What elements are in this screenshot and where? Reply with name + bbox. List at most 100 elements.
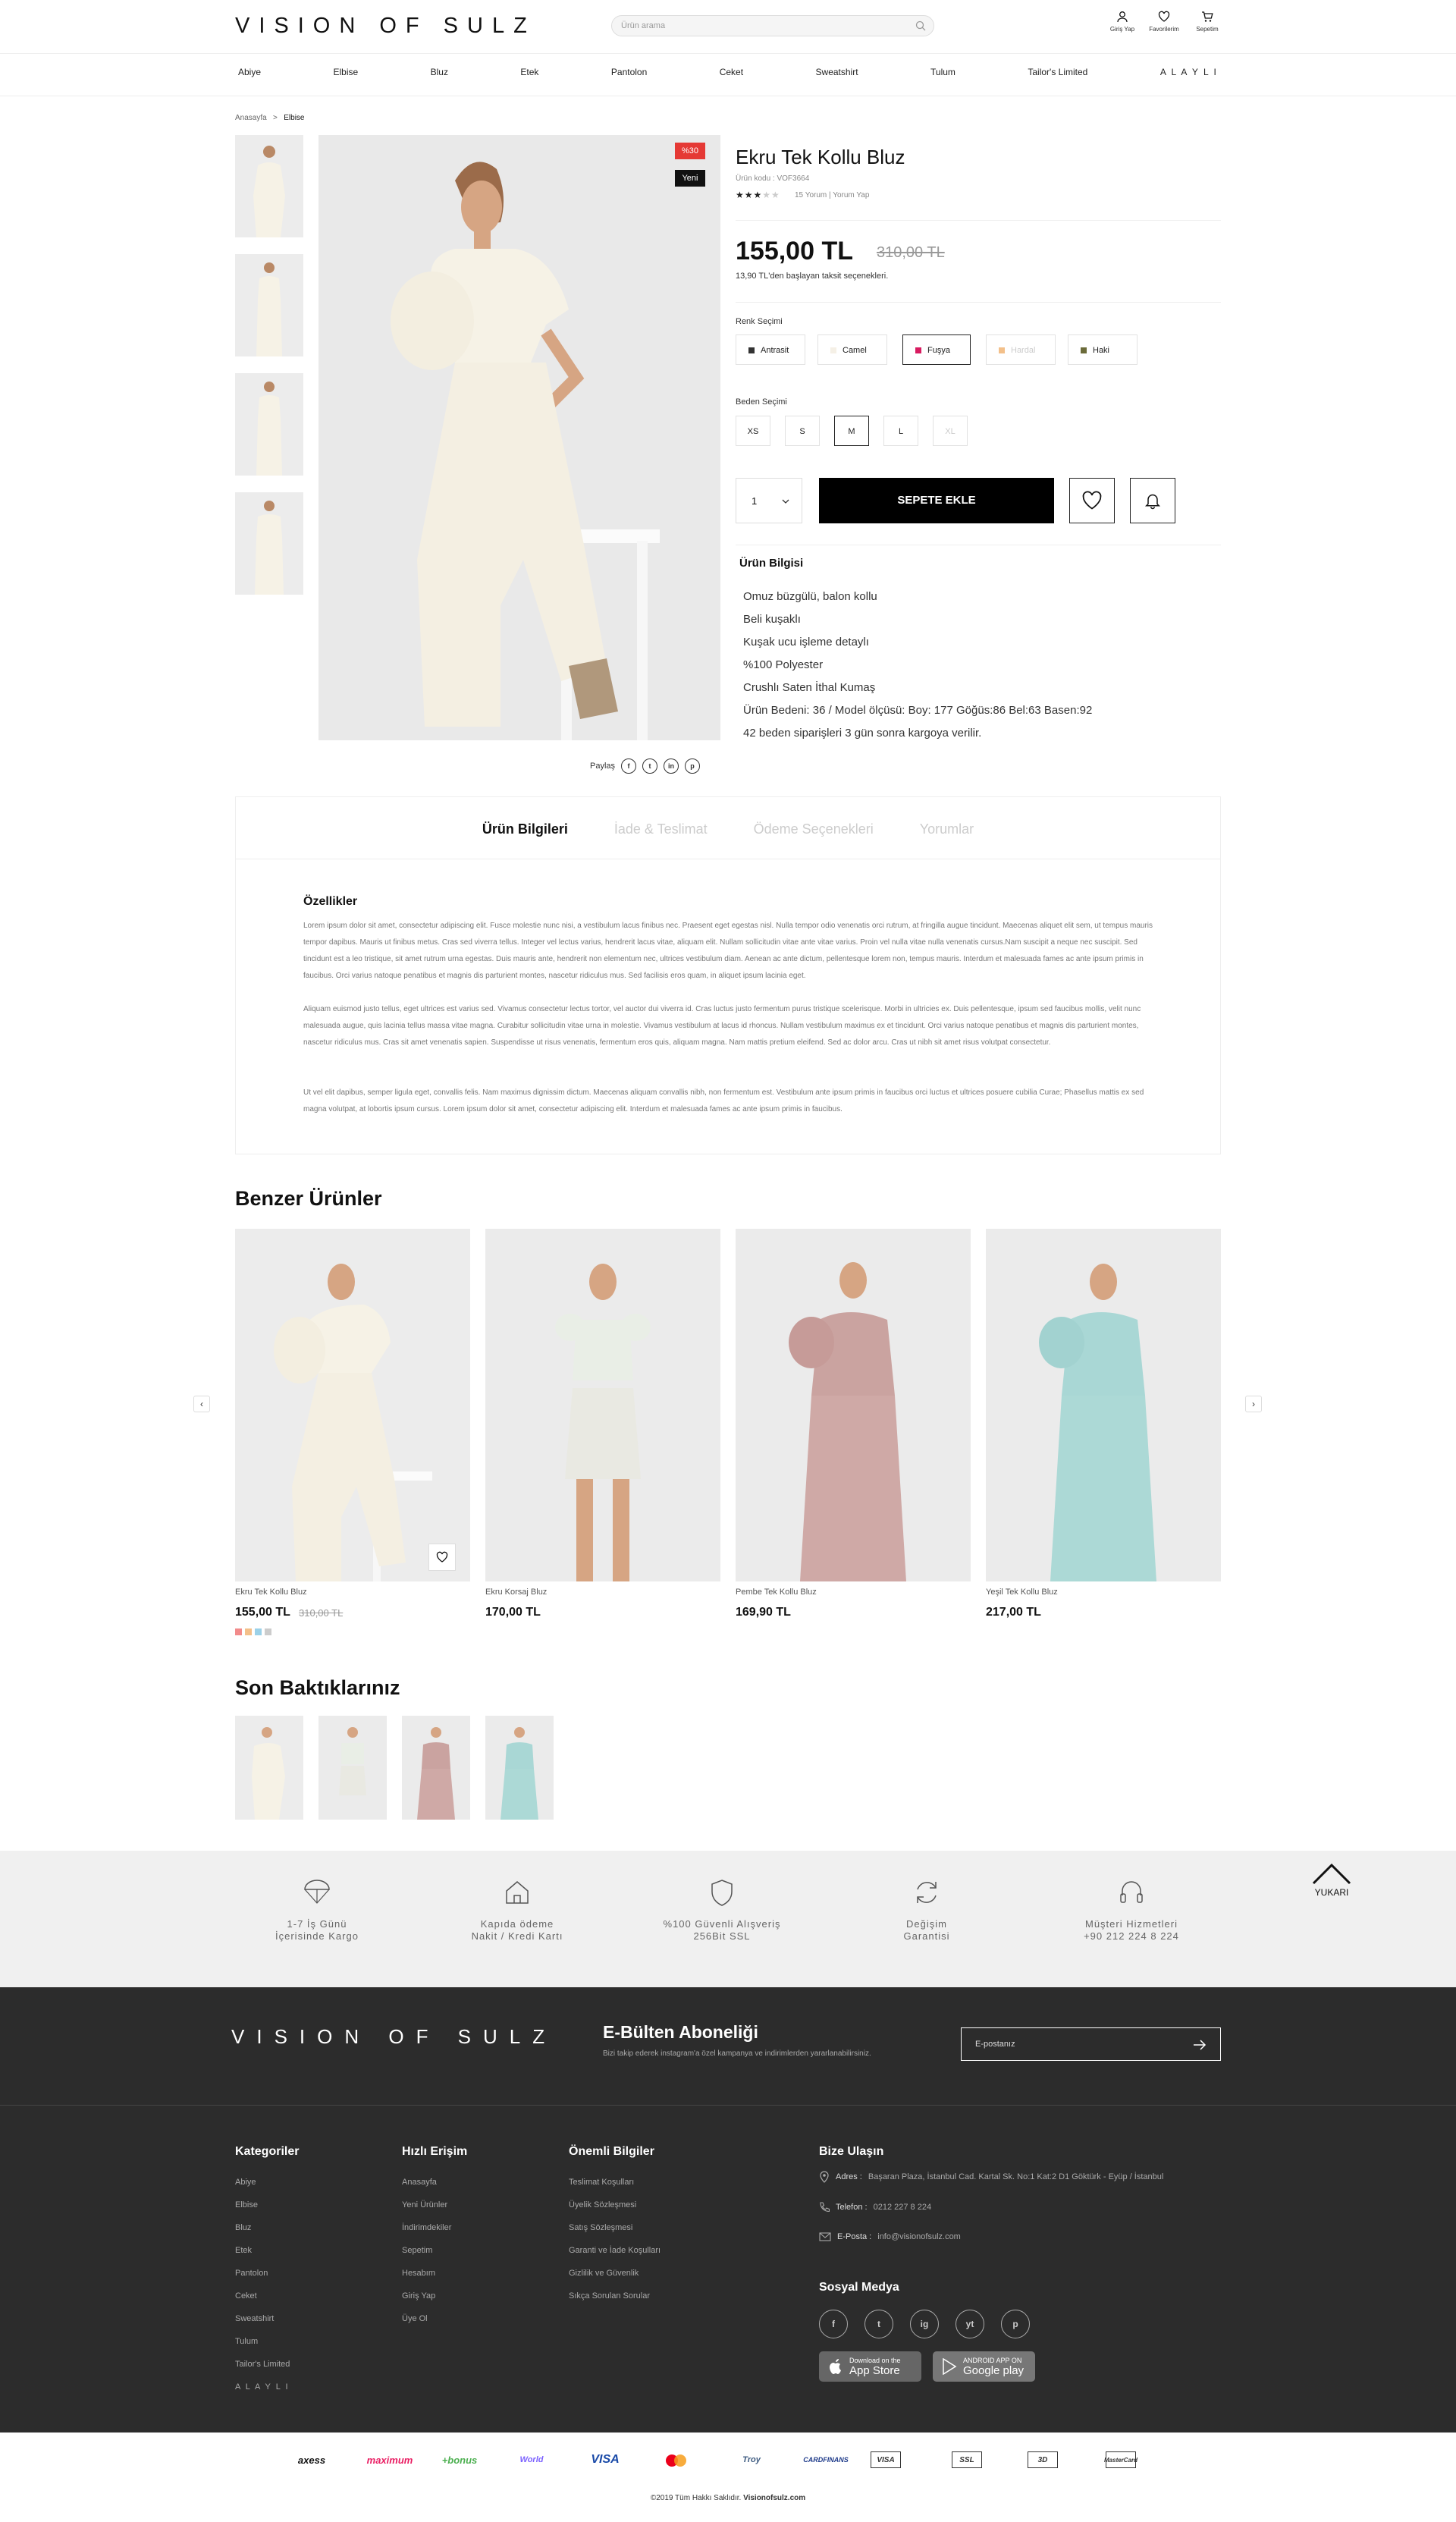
nav-item[interactable]: Sweatshirt <box>816 67 858 77</box>
google-play-button[interactable]: ANDROID APP ON Google play <box>933 2351 1035 2382</box>
quantity-select[interactable]: 1 <box>736 478 802 523</box>
copyright-site[interactable]: Visionofsulz.com <box>743 2494 805 2502</box>
recent-item[interactable] <box>485 1716 554 1820</box>
footer-link[interactable]: Elbise <box>235 2194 299 2216</box>
footer-link[interactable]: Abiye <box>235 2171 299 2194</box>
color-option-antrasit[interactable]: Antrasit <box>736 334 805 365</box>
login-link[interactable]: Giriş Yap <box>1100 11 1145 33</box>
size-option-xs[interactable]: XS <box>736 416 770 446</box>
product-card-name[interactable]: Yeşil Tek Kollu Bluz <box>986 1588 1058 1597</box>
footer-link[interactable]: Pantolon <box>235 2262 299 2285</box>
stock-alert-button[interactable] <box>1130 478 1175 523</box>
size-option-l[interactable]: L <box>883 416 918 446</box>
footer-link[interactable]: Sweatshirt <box>235 2307 299 2330</box>
carousel-prev-button[interactable]: ‹ <box>193 1396 210 1412</box>
search-input[interactable]: Ürün arama <box>611 15 934 36</box>
app-store-button[interactable]: Download on the App Store <box>819 2351 921 2382</box>
nav-item[interactable]: Etek <box>520 67 538 77</box>
linkedin-icon[interactable]: in <box>664 758 679 774</box>
gallery-thumb[interactable] <box>235 492 303 595</box>
pinterest-icon[interactable]: p <box>685 758 701 774</box>
newsletter-email-input[interactable]: E-postanız <box>961 2027 1221 2061</box>
tab-product-info[interactable]: Ürün Bilgileri <box>482 821 568 837</box>
tab-return-delivery[interactable]: İade & Teslimat <box>614 821 708 837</box>
footer-link[interactable]: Bluz <box>235 2216 299 2239</box>
phone-value[interactable]: 0212 227 8 224 <box>874 2203 931 2212</box>
add-to-cart-button[interactable]: SEPETE EKLE <box>819 478 1054 523</box>
nav-item[interactable]: Tulum <box>930 67 956 77</box>
instagram-icon[interactable]: ig <box>910 2310 939 2338</box>
footer-link[interactable]: İndirimdekiler <box>402 2216 467 2239</box>
site-logo[interactable]: VISION OF SULZ <box>235 14 536 39</box>
twitter-icon[interactable]: t <box>642 758 658 774</box>
recent-item[interactable] <box>402 1716 470 1820</box>
nav-item[interactable]: A L A Y L I <box>1160 67 1218 77</box>
product-card[interactable] <box>485 1229 720 1581</box>
favorites-link[interactable]: Favorilerim <box>1141 11 1187 33</box>
search-icon[interactable] <box>915 20 926 31</box>
scroll-top-button[interactable]: YUKARI <box>1310 1862 1353 1898</box>
color-option-haki[interactable]: Haki <box>1068 334 1138 365</box>
color-option-camel[interactable]: Camel <box>817 334 887 365</box>
footer-link[interactable]: Üye Ol <box>402 2307 467 2330</box>
color-option-hardal[interactable]: Hardal <box>986 334 1056 365</box>
twitter-icon[interactable]: t <box>864 2310 893 2338</box>
footer-link[interactable]: Gizlilik ve Güvenlik <box>569 2262 661 2285</box>
footer-link[interactable]: Üyelik Sözleşmesi <box>569 2194 661 2216</box>
footer-link[interactable]: Etek <box>235 2239 299 2262</box>
youtube-icon[interactable]: yt <box>956 2310 984 2338</box>
color-swatch[interactable] <box>255 1628 262 1635</box>
reviews-link[interactable]: 15 Yorum | Yorum Yap <box>795 191 869 199</box>
footer-link[interactable]: A L A Y L I <box>235 2376 299 2398</box>
footer-logo[interactable]: VISION OF SULZ <box>231 2025 557 2049</box>
footer-link[interactable]: Yeni Ürünler <box>402 2194 467 2216</box>
gallery-thumb[interactable] <box>235 254 303 356</box>
facebook-icon[interactable]: f <box>621 758 637 774</box>
footer-link[interactable]: Giriş Yap <box>402 2285 467 2307</box>
product-card[interactable] <box>736 1229 971 1581</box>
pinterest-icon[interactable]: p <box>1001 2310 1030 2338</box>
nav-item[interactable]: Pantolon <box>611 67 647 77</box>
nav-item[interactable]: Tailor's Limited <box>1028 67 1087 77</box>
color-option-fusya[interactable]: Fuşya <box>902 334 971 365</box>
size-option-s[interactable]: S <box>785 416 820 446</box>
color-swatch[interactable] <box>235 1628 242 1635</box>
size-option-m[interactable]: M <box>834 416 869 446</box>
footer-link[interactable]: Ceket <box>235 2285 299 2307</box>
tab-reviews[interactable]: Yorumlar <box>920 821 974 837</box>
color-swatch[interactable] <box>265 1628 271 1635</box>
main-product-image[interactable] <box>318 135 720 740</box>
gallery-thumb[interactable] <box>235 135 303 237</box>
color-swatch[interactable] <box>245 1628 252 1635</box>
footer-link[interactable]: Garanti ve İade Koşulları <box>569 2239 661 2262</box>
nav-item[interactable]: Bluz <box>431 67 448 77</box>
arrow-right-icon[interactable] <box>1193 2040 1207 2050</box>
product-card-name[interactable]: Ekru Tek Kollu Bluz <box>235 1588 307 1597</box>
footer-link[interactable]: Satış Sözleşmesi <box>569 2216 661 2239</box>
add-favorite-button[interactable] <box>1069 478 1115 523</box>
footer-link[interactable]: Sepetim <box>402 2239 467 2262</box>
product-card[interactable] <box>986 1229 1221 1581</box>
recent-item[interactable] <box>318 1716 387 1820</box>
card-favorite-button[interactable] <box>428 1544 456 1571</box>
nav-item[interactable]: Elbise <box>333 67 358 77</box>
nav-item[interactable]: Ceket <box>720 67 743 77</box>
size-option-xl[interactable]: XL <box>933 416 968 446</box>
carousel-next-button[interactable]: › <box>1245 1396 1262 1412</box>
facebook-icon[interactable]: f <box>819 2310 848 2338</box>
gallery-thumb[interactable] <box>235 373 303 476</box>
footer-link[interactable]: Anasayfa <box>402 2171 467 2194</box>
breadcrumb-home[interactable]: Anasayfa <box>235 114 267 122</box>
footer-link[interactable]: Hesabım <box>402 2262 467 2285</box>
recent-item[interactable] <box>235 1716 303 1820</box>
footer-link[interactable]: Tulum <box>235 2330 299 2353</box>
nav-item[interactable]: Abiye <box>238 67 261 77</box>
footer-link[interactable]: Tailor's Limited <box>235 2353 299 2376</box>
product-card-name[interactable]: Ekru Korsaj Bluz <box>485 1588 547 1597</box>
cart-link[interactable]: Sepetim <box>1185 11 1230 33</box>
installment-text[interactable]: 13,90 TL'den başlayan taksit seçenekleri… <box>736 272 888 281</box>
product-card-name[interactable]: Pembe Tek Kollu Bluz <box>736 1588 817 1597</box>
email-value[interactable]: info@visionofsulz.com <box>877 2232 961 2241</box>
tab-payment-options[interactable]: Ödeme Seçenekleri <box>754 821 874 837</box>
footer-link[interactable]: Sıkça Sorulan Sorular <box>569 2285 661 2307</box>
